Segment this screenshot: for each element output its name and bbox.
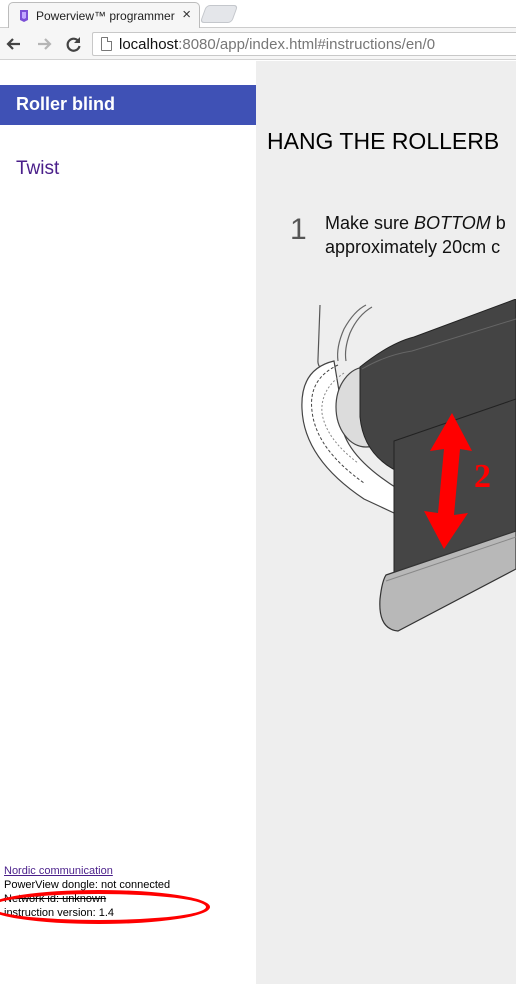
sidebar: Roller blind Twist: [0, 61, 256, 984]
nordic-communication-link[interactable]: Nordic communication: [4, 864, 170, 878]
app-favicon-icon: [20, 10, 28, 22]
browser-tabstrip: Powerview™ programmer ×: [0, 0, 516, 28]
back-arrow-icon[interactable]: [4, 34, 24, 54]
step-text: Make sure BOTTOM b approximately 20cm c: [325, 213, 506, 257]
instructions-panel: HANG THE ROLLERB 1 Make sure BOTTOM b ap…: [256, 61, 516, 984]
sidebar-header: Roller blind: [0, 85, 256, 125]
browser-toolbar: localhost:8080/app/index.html#instructio…: [0, 28, 516, 60]
roller-blind-illustration: 2: [301, 299, 516, 632]
browser-tab[interactable]: Powerview™ programmer ×: [8, 2, 200, 28]
forward-arrow-icon[interactable]: [34, 34, 54, 54]
step-number: 1: [290, 213, 307, 246]
url-text[interactable]: localhost:8080/app/index.html#instructio…: [119, 36, 435, 53]
page-title: HANG THE ROLLERB: [267, 128, 500, 154]
new-tab-button[interactable]: [199, 5, 239, 23]
illustration-step-label: 2: [474, 458, 491, 495]
tab-title: Powerview™ programmer: [36, 9, 175, 23]
sidebar-title: Roller blind: [16, 94, 115, 114]
tab-close-icon[interactable]: ×: [182, 6, 191, 24]
sidebar-item-twist[interactable]: Twist: [16, 158, 59, 180]
address-bar[interactable]: localhost:8080/app/index.html#instructio…: [92, 32, 516, 56]
reload-icon[interactable]: [64, 34, 84, 54]
page-icon: [101, 37, 112, 51]
